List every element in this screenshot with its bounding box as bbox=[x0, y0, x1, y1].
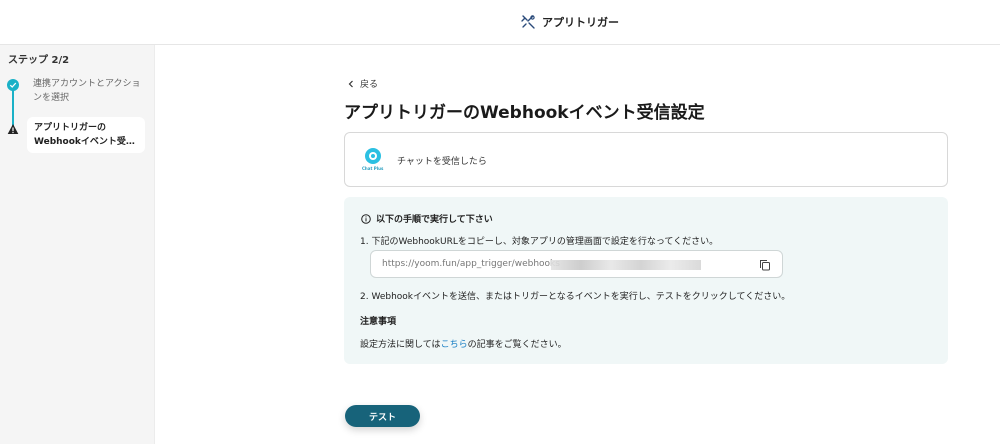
sidebar-step-select-action[interactable]: 連携アカウントとアクションを選択 bbox=[33, 77, 143, 105]
trigger-name: チャットを受信したら bbox=[397, 157, 487, 167]
instruction-step-2: 2. Webhookイベントを送信、またはトリガーとなるイベントを実行し、テスト… bbox=[360, 292, 791, 302]
sidebar-step-webhook-settings[interactable]: アプリトリガーの Webhookイベント受信設定 bbox=[27, 117, 145, 153]
page-title: アプリトリガーのWebhookイベント受信設定 bbox=[344, 103, 705, 123]
test-button[interactable]: テスト bbox=[345, 405, 420, 427]
header-brand: アプリトリガー bbox=[520, 12, 619, 32]
instructions-panel: 以下の手順で実行して下さい 1. 下記のWebhookURLをコピーし、対象アプ… bbox=[344, 197, 948, 364]
top-bar: アプリトリガー bbox=[0, 0, 1000, 45]
webhook-url-field[interactable]: https://yoom.fun/app_trigger/webhooks bbox=[370, 250, 783, 278]
webhook-url-text: https://yoom.fun/app_trigger/webhooks bbox=[382, 259, 560, 269]
redacted-url-segment bbox=[551, 260, 701, 270]
step-connector bbox=[12, 89, 14, 127]
notes-text: 設定方法に関してはこちらの記事をご覧ください。 bbox=[360, 337, 567, 350]
step-counter: ステップ 2/2 bbox=[8, 55, 70, 66]
notes-title: 注意事項 bbox=[360, 317, 397, 327]
tools-icon bbox=[521, 15, 535, 29]
notes-text-after: の記事をご覧ください。 bbox=[467, 340, 567, 350]
back-label: 戻る bbox=[360, 80, 379, 90]
instructions-heading: 以下の手順で実行して下さい bbox=[361, 212, 493, 225]
warning-icon bbox=[7, 124, 19, 134]
instructions-heading-text: 以下の手順で実行して下さい bbox=[376, 215, 493, 225]
copy-icon[interactable] bbox=[759, 259, 771, 271]
sidebar: ステップ 2/2 連携アカウントとアクションを選択 アプリトリガーの Webho… bbox=[0, 45, 155, 444]
check-icon bbox=[7, 79, 19, 91]
chevron-left-icon bbox=[348, 80, 353, 87]
notes-text-before: 設定方法に関しては bbox=[360, 340, 441, 350]
instruction-step-1: 1. 下記のWebhookURLをコピーし、対象アプリの管理画面で設定を行なって… bbox=[360, 237, 719, 247]
app-logo-text: Chat Plus bbox=[362, 166, 384, 171]
sidebar-step-label-line1: アプリトリガーの bbox=[34, 123, 107, 133]
back-link[interactable]: 戻る bbox=[347, 77, 378, 90]
article-link[interactable]: こちら bbox=[441, 340, 468, 350]
chatplus-logo: Chat Plus bbox=[362, 148, 384, 174]
info-icon bbox=[361, 213, 371, 224]
sidebar-step-label-line2: Webhookイベント受信設定 bbox=[34, 137, 142, 147]
header-title: アプリトリガー bbox=[542, 16, 619, 29]
app-trigger-card: Chat Plus チャットを受信したら bbox=[344, 132, 948, 187]
